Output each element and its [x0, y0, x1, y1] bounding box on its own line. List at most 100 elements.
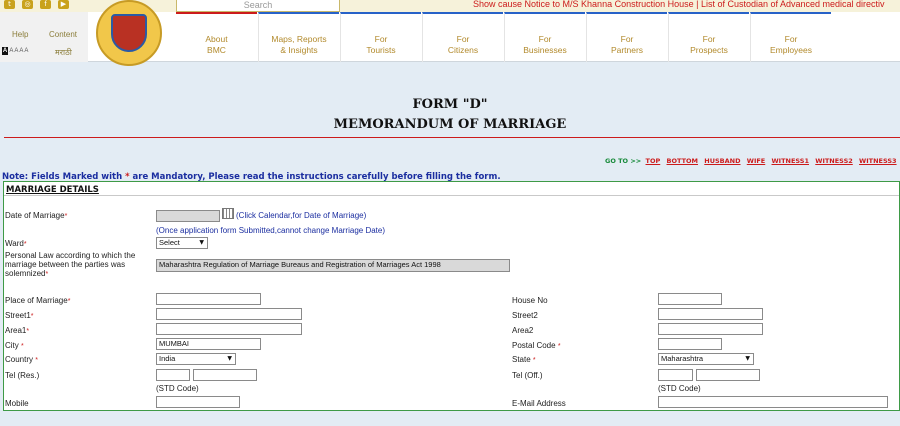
goto-bottom-link[interactable]: BOTTOM — [667, 157, 699, 165]
mobile-input[interactable] — [156, 396, 240, 408]
nav-label: Employees — [769, 45, 813, 55]
label-text: marriage between the parties was — [5, 260, 126, 269]
font-size-a4[interactable]: A — [19, 48, 23, 54]
twitter-icon[interactable]: t — [4, 0, 15, 9]
required-mark: * — [532, 357, 536, 364]
font-size-controls: A A A A A — [2, 47, 28, 55]
chevron-down-icon: ▼ — [745, 355, 750, 362]
facebook-icon[interactable]: f — [40, 0, 51, 9]
tel-off-number-input[interactable] — [696, 369, 760, 381]
nav-label: For — [374, 34, 388, 44]
tel-off-label: Tel (Off.) — [512, 371, 543, 380]
date-note: (Once application form Submitted,cannot … — [156, 226, 386, 235]
country-select[interactable]: India ▼ — [156, 353, 236, 365]
marriage-details-section: MARRIAGE DETAILS Date of Marriage* (Clic… — [3, 181, 900, 411]
city-input[interactable]: MUMBAI — [156, 338, 261, 350]
street2-input[interactable] — [658, 308, 763, 320]
area2-input[interactable] — [658, 323, 763, 335]
required-mark: * — [557, 343, 561, 350]
calendar-hint: (Click Calendar,for Date of Marriage) — [236, 211, 367, 220]
goto-wife-link[interactable]: WIFE — [747, 157, 765, 165]
help-link[interactable]: Help — [12, 30, 28, 39]
mobile-label: Mobile — [5, 399, 29, 408]
state-select[interactable]: Maharashtra ▼ — [658, 353, 754, 365]
font-size-a5[interactable]: A — [24, 48, 28, 54]
font-size-a3[interactable]: A — [14, 48, 18, 54]
email-label: E-Mail Address — [512, 399, 566, 408]
postal-code-input[interactable] — [658, 338, 722, 350]
date-of-marriage-label: Date of Marriage* — [5, 211, 67, 220]
goto-witness3-link[interactable]: WITNESS3 — [859, 157, 897, 165]
form-title: FORM "D" — [412, 97, 488, 112]
nav-label: Maps, Reports — [271, 34, 327, 44]
goto-witness1-link[interactable]: WITNESS1 — [772, 157, 810, 165]
label-text: State — [512, 355, 531, 364]
nav-about-bmc[interactable]: About BMC — [176, 12, 257, 62]
required-mark: * — [21, 343, 24, 350]
bmc-logo[interactable] — [96, 0, 162, 66]
goto-witness2-link[interactable]: WITNESS2 — [815, 157, 853, 165]
label-text: Personal Law according to which the — [5, 251, 136, 260]
nav-partners[interactable]: For Partners — [586, 12, 667, 62]
label-text: City — [5, 341, 19, 350]
content-link[interactable]: Content — [49, 30, 77, 39]
required-mark: * — [30, 313, 34, 320]
calendar-icon[interactable] — [222, 208, 234, 219]
instagram-icon[interactable]: ◎ — [22, 0, 33, 9]
goto-label: GO TO >> — [605, 157, 642, 165]
place-of-marriage-input[interactable] — [156, 293, 261, 305]
nav-label: Partners — [610, 45, 644, 55]
ward-select[interactable]: Select ▼ — [156, 237, 208, 249]
font-size-a2[interactable]: A — [9, 48, 13, 54]
nav-prospects[interactable]: For Prospects — [668, 12, 749, 62]
nav-label: Citizens — [447, 45, 479, 55]
house-no-input[interactable] — [658, 293, 722, 305]
date-of-marriage-field[interactable] — [156, 210, 220, 222]
nav-label: For — [620, 34, 634, 44]
city-label: City * — [5, 341, 24, 350]
required-mark: * — [67, 298, 71, 305]
email-input[interactable] — [658, 396, 888, 408]
nav-businesses[interactable]: For Businesses — [504, 12, 585, 62]
section-heading: MARRIAGE DETAILS — [6, 185, 99, 195]
nav-label: BMC — [207, 45, 226, 55]
chevron-down-icon: ▼ — [227, 355, 232, 362]
select-value: Maharashtra — [661, 354, 704, 363]
place-of-marriage-label: Place of Marriage* — [5, 296, 70, 305]
tel-off-std-hint: (STD Code) — [658, 384, 701, 393]
nav-tourists[interactable]: For Tourists — [340, 12, 421, 62]
tel-res-number-input[interactable] — [193, 369, 257, 381]
area1-label: Area1* — [5, 326, 29, 335]
street1-label: Street1* — [5, 311, 34, 320]
label-text: Place of Marriage — [5, 296, 68, 305]
nav-citizens[interactable]: For Citizens — [422, 12, 503, 62]
label-text: Date of Marriage — [5, 211, 65, 220]
search-input[interactable]: Search — [176, 0, 340, 12]
nav-label: & Insights — [280, 45, 318, 55]
tel-res-std-input[interactable] — [156, 369, 190, 381]
label-text: Country — [5, 355, 34, 364]
nav-employees[interactable]: For Employees — [750, 12, 831, 62]
news-ticker[interactable]: Show cause Notice to M/S Khanna Construc… — [473, 0, 885, 9]
goto-husband-link[interactable]: HUSBAND — [704, 157, 740, 165]
required-mark: * — [26, 328, 30, 335]
required-mark: * — [35, 357, 38, 364]
youtube-icon[interactable]: ▶ — [58, 0, 69, 9]
form-subtitle: MEMORANDUM OF MARRIAGE — [333, 117, 567, 132]
font-size-a1[interactable]: A — [2, 47, 8, 55]
nav-label: For — [456, 34, 470, 44]
language-marathi-link[interactable]: मराठी — [55, 47, 72, 58]
country-label: Country * — [5, 355, 38, 364]
nav-label: Businesses — [523, 45, 567, 55]
social-links: t ◎ f ▶ — [4, 0, 69, 9]
chevron-down-icon: ▼ — [199, 239, 204, 246]
area1-input[interactable] — [156, 323, 302, 335]
nav-label: For — [784, 34, 798, 44]
nav-maps-reports[interactable]: Maps, Reports & Insights — [258, 12, 339, 62]
nav-label: Prospects — [690, 45, 728, 55]
street1-input[interactable] — [156, 308, 302, 320]
goto-top-link[interactable]: TOP — [646, 157, 661, 165]
street2-label: Street2 — [512, 311, 538, 320]
nav-label: Tourists — [366, 45, 396, 55]
tel-off-std-input[interactable] — [658, 369, 693, 381]
